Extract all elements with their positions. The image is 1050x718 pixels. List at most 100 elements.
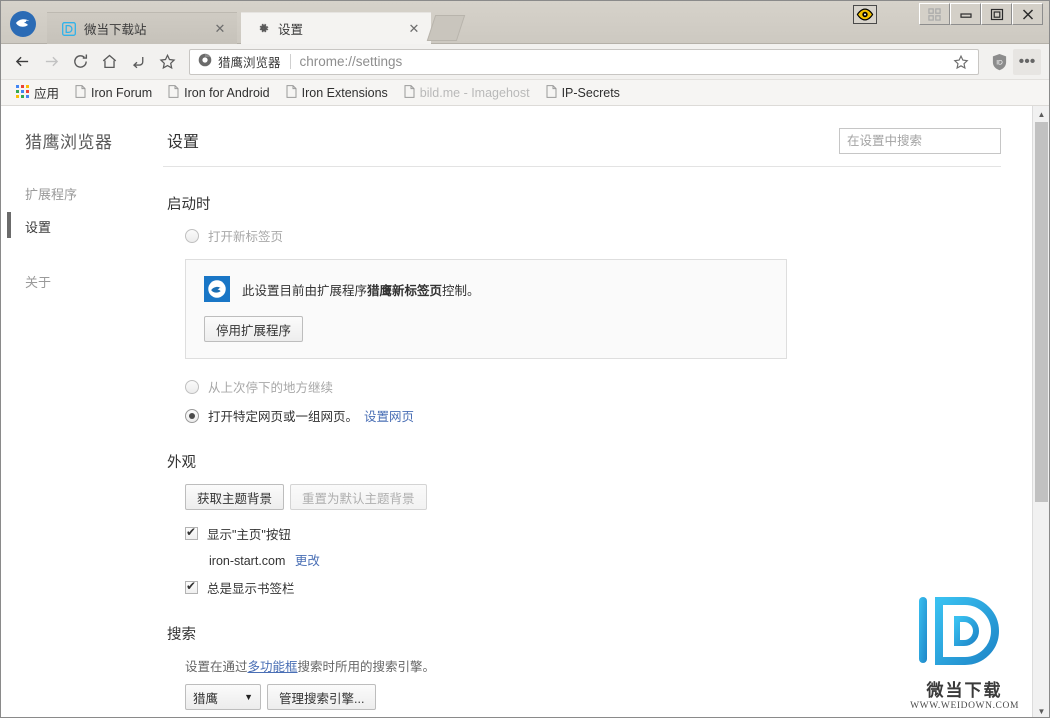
close-button[interactable] [1012,3,1043,25]
settings-header: 设置 [163,128,1001,167]
extension-name: 猎鹰新标签页 [367,283,443,298]
settings-page: 猎鹰浏览器 扩展程序 设置 关于 设置 启动时 打开新标签页 [1,106,1049,717]
gear-icon [255,21,271,37]
manage-search-engines-button[interactable]: 管理搜索引擎... [267,684,377,710]
reload-icon[interactable] [67,49,93,75]
sidebar-item-label: 设置 [25,220,52,235]
new-tab-button[interactable] [426,15,466,41]
bookmark-star-icon[interactable] [154,49,180,75]
bookmark-item[interactable]: Iron Forum [68,83,159,103]
theme-buttons-row: 获取主题背景 重置为默认主题背景 [185,484,1001,510]
page-icon [286,84,297,101]
checkbox-label-always-show-bookmarks: 总是显示书签栏 [207,582,295,596]
page-title: 设置 [167,134,200,151]
scroll-up-arrow[interactable]: ▲ [1033,106,1049,122]
search-input[interactable] [839,128,1001,154]
bookmark-item[interactable]: bild.me - Imagehost [397,83,537,103]
checkbox-row-bookmarks-bar[interactable]: 总是显示书签栏 [185,578,1001,597]
undo-icon[interactable] [125,49,151,75]
bookmarks-bar: 应用 Iron Forum Iron for Android Iron Exte… [1,80,1049,106]
browser-window: 微当下载站 ✕ 设置 ✕ 猎鹰浏览器 chrome://settings ID … [0,0,1050,718]
checkbox-row-home-button[interactable]: 显示"主页"按钮 [185,524,1001,543]
browser-toolbar: 猎鹰浏览器 chrome://settings ID ••• [1,44,1049,80]
radio-label-specific-pages: 打开特定网页或一组网页。 [208,410,359,424]
search-engine-select[interactable]: 猎鹰 ▼ [185,684,261,710]
checkbox-label-show-home-button: 显示"主页"按钮 [207,528,291,542]
bookmark-item[interactable]: Iron for Android [161,83,276,103]
get-theme-button[interactable]: 获取主题背景 [185,484,285,510]
section-title-search: 搜索 [167,627,196,643]
radio-specific-pages[interactable] [185,408,199,423]
bookmark-label: IP-Secrets [561,85,620,100]
radio-new-tab[interactable] [185,228,199,243]
bookmark-label: bild.me - Imagehost [419,85,530,100]
eye-icon[interactable] [853,4,877,24]
checkbox-always-show-bookmarks[interactable] [185,579,198,594]
window-controls [853,3,1043,25]
page-icon [404,84,415,101]
tab-close-1[interactable]: ✕ [405,20,423,38]
radio-label-new-tab: 打开新标签页 [208,230,284,244]
bookmark-label: Iron Extensions [301,85,388,100]
radio-row-new-tab[interactable]: 打开新标签页 [185,226,1001,245]
checkbox-show-home-button[interactable] [185,525,198,540]
change-home-url-link[interactable]: 更改 [295,554,320,568]
bookmark-label: Iron Forum [91,85,153,100]
apps-shortcut[interactable]: 应用 [9,81,66,104]
url-text: chrome://settings [299,54,403,69]
reset-theme-button: 重置为默认主题背景 [290,484,427,510]
sidebar-item-settings[interactable]: 设置 [1,210,153,243]
vertical-scrollbar[interactable]: ▲ ▼ [1032,106,1049,717]
radio-row-continue[interactable]: 从上次停下的地方继续 [185,377,1001,396]
grid-icon-button [919,3,950,25]
chevron-down-icon: ▼ [244,692,253,702]
omnibox-link[interactable]: 多功能框 [248,660,298,674]
bookmark-label: Iron for Android [184,85,270,100]
settings-brand-title: 猎鹰浏览器 [25,133,113,152]
sidebar-item-extensions[interactable]: 扩展程序 [1,177,153,210]
page-icon [168,84,179,101]
tab-title-1: 设置 [278,23,304,37]
set-pages-link[interactable]: 设置网页 [364,406,414,425]
disable-extension-button[interactable]: 停用扩展程序 [204,316,304,342]
bookmark-item[interactable]: Iron Extensions [279,83,395,103]
address-bar[interactable]: 猎鹰浏览器 chrome://settings [189,48,979,75]
site-identity-icon [198,53,212,70]
tab-title-0: 微当下载站 [84,23,147,37]
minimize-button[interactable] [950,3,981,25]
extension-control-notice: 此设置目前由扩展程序猎鹰新标签页控制。 停用扩展程序 [185,259,787,359]
settings-main-panel: 设置 启动时 打开新标签页 此设置目 [153,106,1031,717]
restore-button[interactable] [981,3,1012,25]
sidebar-item-about[interactable]: 关于 [1,265,153,298]
shield-icon[interactable]: ID [985,49,1013,75]
apps-label: 应用 [34,87,60,101]
section-title-startup: 启动时 [167,197,211,213]
svg-text:ID: ID [996,59,1003,66]
d-logo-favicon [61,21,77,37]
falcon-browser-logo-icon [9,10,37,38]
tab-close-0[interactable]: ✕ [211,20,229,38]
search-engine-value: 猎鹰 [193,691,219,706]
notice-text-after: 控制。 [442,283,480,298]
section-title-appearance: 外观 [167,455,196,471]
home-icon[interactable] [96,49,122,75]
notice-text-before: 此设置目前由扩展程序 [242,283,368,298]
radio-continue[interactable] [185,379,199,394]
search-desc-after: 搜索时所用的搜索引擎。 [297,660,436,674]
home-url-value: iron-start.com [209,554,286,568]
sidebar-item-label: 关于 [25,275,52,290]
extension-notice-row: 此设置目前由扩展程序猎鹰新标签页控制。 [204,276,768,302]
page-icon [75,84,86,101]
tab-1[interactable]: 设置 ✕ [241,12,431,44]
omnibox-star-icon[interactable] [950,54,972,70]
radio-row-specific-pages[interactable]: 打开特定网页或一组网页。 设置网页 [185,406,1001,425]
bookmark-item[interactable]: IP-Secrets [539,83,627,103]
browser-menu-button[interactable]: ••• [1013,48,1041,75]
scroll-down-arrow[interactable]: ▼ [1033,703,1049,717]
tab-0[interactable]: 微当下载站 ✕ [47,12,237,44]
tab-strip: 微当下载站 ✕ 设置 ✕ [1,1,1049,44]
back-icon[interactable] [9,49,35,75]
site-name-label: 猎鹰浏览器 [218,56,281,70]
scrollbar-thumb[interactable] [1035,122,1048,502]
